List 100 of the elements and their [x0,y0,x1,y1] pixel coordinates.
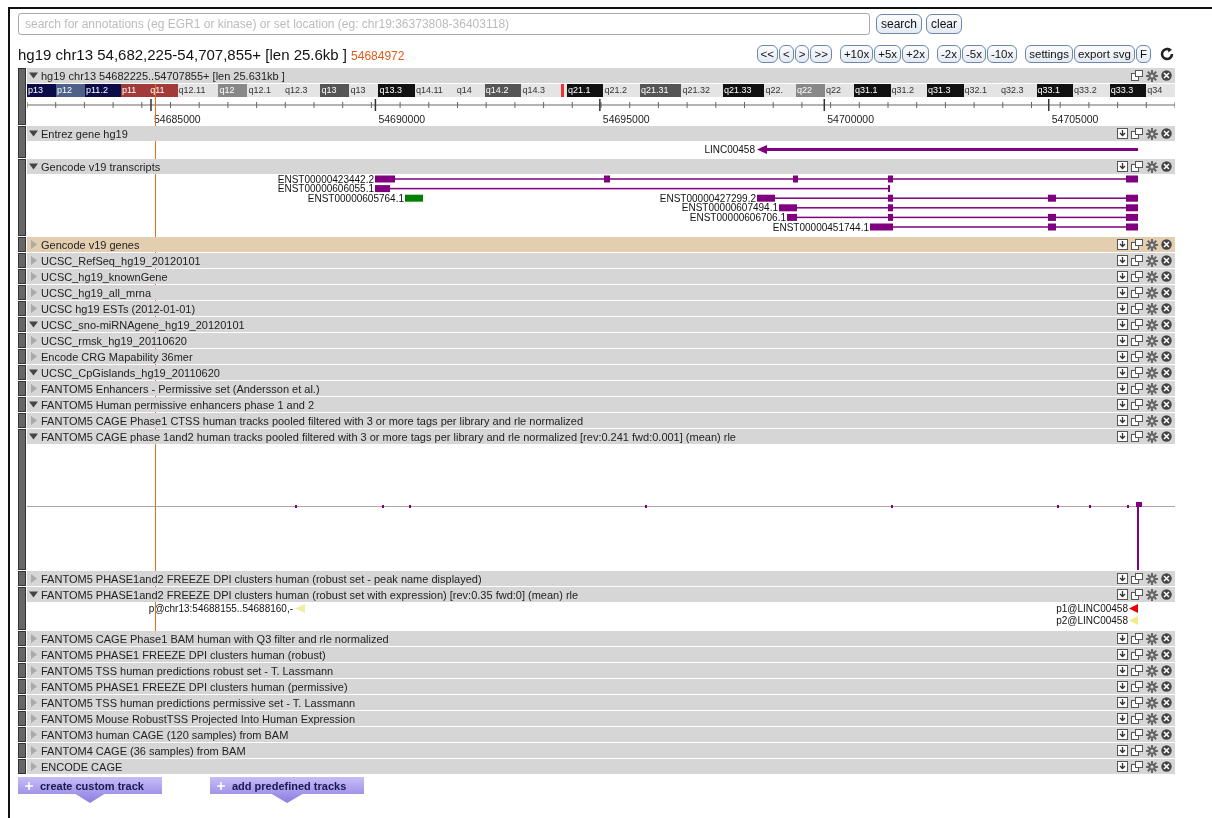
duplicate-icon[interactable] [1131,399,1143,410]
settings-icon[interactable] [1146,69,1158,82]
settings-icon[interactable] [1146,398,1158,411]
collapse-triangle-icon[interactable] [29,162,38,171]
download-icon[interactable] [1117,161,1128,172]
close-icon[interactable] [1161,70,1172,81]
track-header[interactable]: UCSC_hg19_all_mrna [27,285,1175,300]
close-icon[interactable] [1161,729,1172,740]
close-icon[interactable] [1161,665,1172,676]
collapse-triangle-icon[interactable] [29,432,38,441]
track-header[interactable]: FANTOM5 PHASE1and2 FREEZE DPI clusters human (robust set with expression) [rev:0.35 fwd:0] (mean) rle [27,587,1175,602]
close-icon[interactable] [1161,303,1172,314]
download-icon[interactable] [1117,303,1128,314]
download-icon[interactable] [1117,697,1128,708]
duplicate-icon[interactable] [1131,161,1143,172]
close-icon[interactable] [1161,697,1172,708]
duplicate-icon[interactable] [1131,128,1143,139]
settings-icon[interactable] [1146,238,1158,251]
settings-icon[interactable] [1146,382,1158,395]
download-icon[interactable] [1117,287,1128,298]
search-button[interactable]: search [876,14,923,34]
settings-icon[interactable] [1146,286,1158,299]
download-icon[interactable] [1117,589,1128,600]
track-header[interactable]: UCSC_CpGislands_hg19_20110620 [27,365,1175,380]
close-icon[interactable] [1161,255,1172,266]
settings-icon[interactable] [1146,254,1158,267]
close-icon[interactable] [1161,271,1172,282]
download-icon[interactable] [1117,399,1128,410]
track-header[interactable]: FANTOM5 TSS human predictions permissive set - T. Lassmann [27,695,1175,710]
download-icon[interactable] [1117,335,1128,346]
duplicate-icon[interactable] [1131,255,1143,266]
nav-button[interactable]: +2x [902,45,929,63]
search-field[interactable]: search for annotations (eg EGR1 or kinase) or set location (eg: chr19:36373808-36403118) [18,13,870,35]
download-icon[interactable] [1117,255,1128,266]
download-icon[interactable] [1117,681,1128,692]
nav-button[interactable]: >> [810,45,832,63]
duplicate-icon[interactable] [1131,729,1143,740]
nav-button[interactable]: export svg [1073,45,1135,63]
settings-icon[interactable] [1146,728,1158,741]
settings-icon[interactable] [1146,350,1158,363]
collapse-triangle-icon[interactable] [29,71,38,80]
settings-icon[interactable] [1146,664,1158,677]
duplicate-icon[interactable] [1131,239,1143,250]
nav-button[interactable]: -2x [936,45,961,63]
close-icon[interactable] [1161,383,1172,394]
download-icon[interactable] [1117,729,1128,740]
download-icon[interactable] [1117,573,1128,584]
track-header[interactable]: FANTOM3 human CAGE (120 samples) from BAM [27,727,1175,742]
settings-icon[interactable] [1146,572,1158,585]
duplicate-icon[interactable] [1131,287,1143,298]
download-icon[interactable] [1117,383,1128,394]
duplicate-icon[interactable] [1131,649,1143,660]
duplicate-icon[interactable] [1131,367,1143,378]
download-icon[interactable] [1117,367,1128,378]
close-icon[interactable] [1161,681,1172,692]
settings-icon[interactable] [1146,632,1158,645]
track-header[interactable]: FANTOM5 PHASE1and2 FREEZE DPI clusters human (robust set - peak name displayed) [27,571,1175,586]
duplicate-icon[interactable] [1131,383,1143,394]
track-header[interactable]: Gencode v19 genes [27,237,1175,252]
duplicate-icon[interactable] [1131,573,1143,584]
close-icon[interactable] [1161,287,1172,298]
track-header[interactable]: FANTOM5 PHASE1 FREEZE DPI clusters human (permissive) [27,679,1175,694]
duplicate-icon[interactable] [1131,589,1143,600]
settings-icon[interactable] [1146,648,1158,661]
track-header[interactable]: UCSC_rmsk_hg19_20110620 [27,333,1175,348]
duplicate-icon[interactable] [1131,303,1143,314]
settings-icon[interactable] [1146,160,1158,173]
download-icon[interactable] [1117,351,1128,362]
duplicate-icon[interactable] [1131,713,1143,724]
collapse-triangle-icon[interactable] [29,590,38,599]
close-icon[interactable] [1161,761,1172,772]
track-header[interactable]: FANTOM5 Mouse RobustTSS Projected Into Human Expression [27,711,1175,726]
settings-icon[interactable] [1146,127,1158,140]
track-header[interactable]: UCSC hg19 ESTs (2012-01-01) [27,301,1175,316]
nav-button[interactable]: -5x [961,45,986,63]
close-icon[interactable] [1161,415,1172,426]
track-header[interactable]: FANTOM5 CAGE Phase1 CTSS human tracks pooled filtered with 3 or more tags per library and rle normalized [27,413,1175,428]
settings-icon[interactable] [1146,270,1158,283]
close-icon[interactable] [1161,649,1172,660]
search-button[interactable]: clear [926,14,963,34]
duplicate-icon[interactable] [1131,745,1143,756]
duplicate-icon[interactable] [1131,761,1143,772]
duplicate-icon[interactable] [1131,681,1143,692]
track-header[interactable]: UCSC_RefSeq_hg19_20120101 [27,253,1175,268]
nav-button[interactable]: +5x [874,45,902,63]
settings-icon[interactable] [1146,760,1158,773]
close-icon[interactable] [1161,589,1172,600]
download-icon[interactable] [1117,633,1128,644]
nav-button[interactable]: F [1135,45,1151,63]
download-icon[interactable] [1117,761,1128,772]
close-icon[interactable] [1161,367,1172,378]
nav-button[interactable]: +10x [839,45,874,63]
track-header[interactable]: UCSC_hg19_knownGene [27,269,1175,284]
track-header[interactable]: FANTOM5 Human permissive enhancers phase 1 and 2 [27,397,1175,412]
settings-icon[interactable] [1146,334,1158,347]
track-header[interactable]: FANTOM5 TSS human predictions robust set - T. Lassmann [27,663,1175,678]
track-header[interactable]: FANTOM5 Enhancers - Permissive set (Andersson et al.) [27,381,1175,396]
settings-icon[interactable] [1146,712,1158,725]
track-header[interactable]: FANTOM5 PHASE1 FREEZE DPI clusters human (robust) [27,647,1175,662]
settings-icon[interactable] [1146,414,1158,427]
